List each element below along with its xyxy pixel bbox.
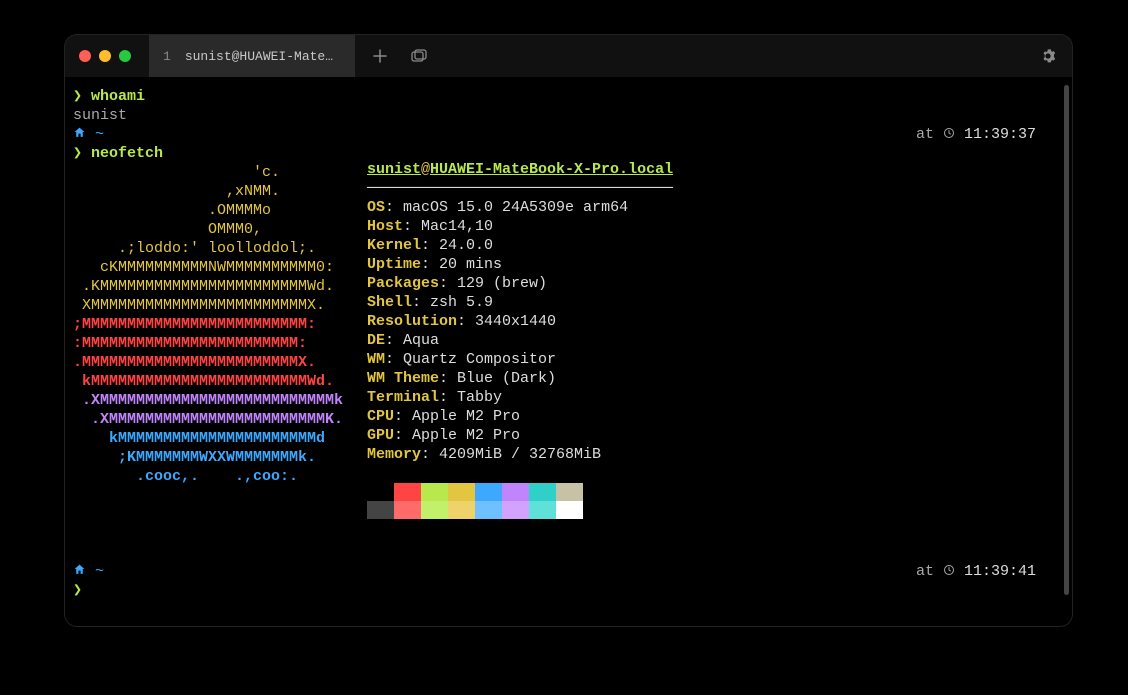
clock-icon [943, 563, 964, 580]
at-label: at [916, 563, 934, 580]
traffic-lights [65, 50, 131, 62]
clock-icon [943, 126, 964, 143]
timestamp: 11:39:41 [964, 563, 1036, 580]
prompt-caret: ❯ [73, 582, 82, 599]
color-swatch [421, 483, 448, 501]
cwd-tilde: ~ [95, 126, 104, 143]
color-swatch [394, 483, 421, 501]
status-line: ~ at 11:39:37 [73, 125, 1058, 144]
home-icon [73, 126, 95, 143]
neofetch-separator: ────────────────────────────────── [367, 179, 673, 198]
neofetch-item: DE: Aqua [367, 331, 673, 350]
neofetch-item: Terminal: Tabby [367, 388, 673, 407]
settings-icon[interactable] [1040, 48, 1056, 64]
color-swatch [448, 501, 475, 519]
color-swatch [529, 501, 556, 519]
color-swatch [475, 483, 502, 501]
titlebar: 1 sunist@HUAWEI-Mate... [65, 35, 1072, 77]
color-swatch [556, 483, 583, 501]
neofetch-item: WM Theme: Blue (Dark) [367, 369, 673, 388]
neofetch-item: OS: macOS 15.0 24A5309e arm64 [367, 198, 673, 217]
cmd-whoami: whoami [91, 88, 145, 105]
status-line: ~ at 11:39:41 [73, 562, 1058, 581]
color-swatch [367, 483, 394, 501]
color-swatch [556, 501, 583, 519]
color-swatch [502, 483, 529, 501]
color-swatch [475, 501, 502, 519]
prompt-line: ❯ whoami [73, 87, 1058, 106]
tab-title: sunist@HUAWEI-Mate... [185, 49, 335, 64]
neofetch-item: Uptime: 20 mins [367, 255, 673, 274]
at-label: at [916, 126, 934, 143]
color-swatch [529, 483, 556, 501]
tab-index: 1 [163, 49, 171, 64]
neofetch-item: Host: Mac14,10 [367, 217, 673, 236]
neofetch-item: Packages: 129 (brew) [367, 274, 673, 293]
color-swatch [421, 501, 448, 519]
close-icon[interactable] [79, 50, 91, 62]
terminal-body[interactable]: ❯ whoami sunist ~ at 11:39:37 ❯ neofetch… [65, 77, 1072, 626]
neofetch-item: Kernel: 24.0.0 [367, 236, 673, 255]
titlebar-actions [373, 49, 427, 63]
prompt-caret: ❯ [73, 88, 82, 105]
neofetch-info: sunist@HUAWEI-MateBook-X-Pro.local ─────… [367, 160, 673, 519]
tab-active[interactable]: 1 sunist@HUAWEI-Mate... [149, 35, 355, 77]
neofetch-item: GPU: Apple M2 Pro [367, 426, 673, 445]
scrollbar[interactable] [1064, 85, 1069, 595]
prompt-line[interactable]: ❯ [73, 581, 1058, 600]
neofetch-item: Resolution: 3440x1440 [367, 312, 673, 331]
neofetch-header: sunist@HUAWEI-MateBook-X-Pro.local [367, 160, 673, 179]
color-swatch [367, 501, 394, 519]
windows-icon[interactable] [411, 49, 427, 63]
cwd-tilde: ~ [95, 563, 104, 580]
terminal-window: 1 sunist@HUAWEI-Mate... ❯ whoami sunist … [65, 35, 1072, 626]
neofetch-item: WM: Quartz Compositor [367, 350, 673, 369]
neofetch-item: Memory: 4209MiB / 32768MiB [367, 445, 673, 464]
color-swatch [448, 483, 475, 501]
timestamp: 11:39:37 [964, 126, 1036, 143]
home-icon [73, 563, 95, 580]
whoami-output: sunist [73, 106, 1058, 125]
cmd-neofetch: neofetch [91, 145, 163, 162]
color-swatch [502, 501, 529, 519]
color-swatches [367, 483, 673, 519]
new-tab-icon[interactable] [373, 49, 387, 63]
neofetch-item: CPU: Apple M2 Pro [367, 407, 673, 426]
color-swatch [394, 501, 421, 519]
maximize-icon[interactable] [119, 50, 131, 62]
neofetch-item: Shell: zsh 5.9 [367, 293, 673, 312]
minimize-icon[interactable] [99, 50, 111, 62]
